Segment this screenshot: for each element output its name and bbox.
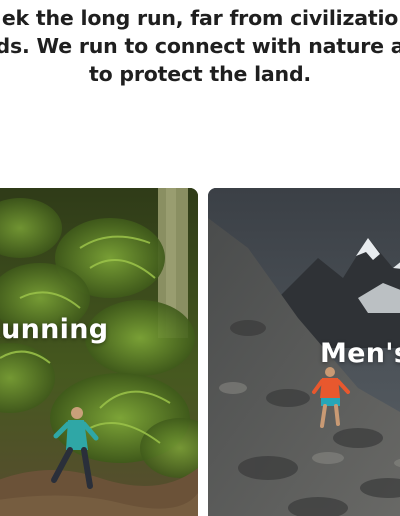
card-title-mens: Men's (320, 338, 400, 369)
forest-runner-image (0, 188, 198, 516)
category-card-running[interactable]: Running (0, 188, 198, 516)
intro-line-1: ek the long run, far from civilizatio (1, 6, 399, 30)
intro-line-2: ds. We run to connect with nature a (0, 34, 400, 58)
page: ek the long run, far from civilizatio ds… (0, 0, 400, 516)
category-card-mens[interactable]: Men's (208, 188, 400, 516)
intro-line-3: to protect the land. (88, 62, 312, 86)
card-title-running: Running (0, 314, 109, 345)
intro-text: ek the long run, far from civilizatio ds… (0, 4, 400, 88)
